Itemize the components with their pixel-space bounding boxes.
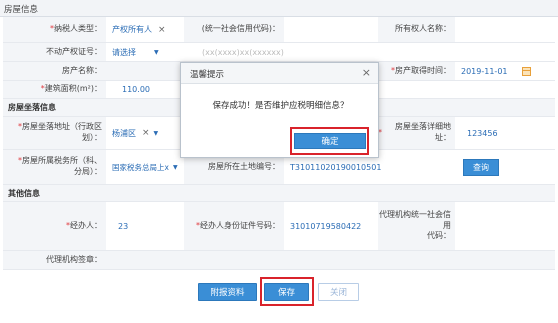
other-section-header: 其他信息 — [3, 185, 555, 202]
tax-office-label-line1: 房屋所属税务所（科、 — [22, 156, 102, 166]
property-cert-label-cell: 不动产权证号： — [3, 43, 106, 61]
agency-credit-field[interactable] — [455, 202, 555, 250]
tax-office-select[interactable]: 国家税务总局上x ▼ — [106, 150, 184, 184]
window-title: 房屋信息 — [4, 5, 39, 15]
close-button[interactable]: 关闭 — [318, 283, 359, 301]
form-row: * 经办人： 23 * 经办人身份证件号码： 31010719580422 代理机构… — [3, 202, 555, 251]
detail-addr-field[interactable]: 123456 — [455, 117, 555, 149]
acquire-time-value: 2019-11-01 — [461, 66, 508, 76]
social-credit-label: (统一社会信用代码)： — [201, 24, 280, 34]
chevron-down-icon: ▼ — [153, 129, 159, 137]
form-row: * 纳税人类型： 产权所有人 × (统一社会信用代码)： 所有权人名称： — [3, 17, 555, 43]
acquire-time-label-cell: * 房产取得时间： — [378, 62, 455, 80]
detail-addr-label-cell: * 房屋坐落详细地址： — [378, 117, 455, 149]
form-row: 代理机构签章： — [3, 251, 555, 270]
agency-credit-label-line2: 代码： — [427, 231, 451, 241]
chevron-down-icon: ▼ — [172, 163, 178, 171]
district-label-line2: 划）： — [82, 133, 102, 142]
house-name-label-cell: 房产名称： — [3, 62, 106, 80]
agent-label: 经办人： — [70, 220, 102, 230]
save-highlight-box — [260, 277, 314, 306]
property-cert-select[interactable]: 请选择 ▼ — [106, 43, 184, 61]
social-credit-field[interactable] — [284, 17, 378, 42]
ok-highlight-box — [290, 127, 369, 155]
agency-sign-field[interactable] — [106, 251, 555, 269]
other-section-title: 其他信息 — [8, 188, 40, 198]
window-titlebar: 房屋信息 — [0, 0, 558, 17]
close-icon[interactable]: × — [362, 66, 371, 79]
query-button[interactable]: 查询 — [463, 158, 499, 176]
land-no-value: T31011020190010501 — [290, 162, 382, 172]
agent-field[interactable]: 23 — [106, 202, 184, 250]
owner-name-label-cell: 所有权人名称： — [378, 17, 455, 42]
clear-icon[interactable]: × — [142, 128, 150, 138]
dialog-title: 温馨提示 — [190, 70, 225, 80]
owner-name-label: 所有权人名称： — [395, 24, 451, 34]
district-value: 杨浦区 — [112, 128, 136, 138]
agency-credit-label-line1: 代理机构统一社会信用 — [379, 209, 451, 230]
acquire-time-field[interactable]: 2019-11-01 — [455, 62, 555, 80]
area-label-cell: * 建筑面积(m²)： — [3, 81, 106, 98]
agent-label-cell: * 经办人： — [3, 202, 106, 250]
taxpayer-type-label: 纳税人类型： — [54, 24, 102, 34]
tax-office-label-line2: 分局）： — [74, 167, 102, 176]
house-name-label: 房产名称： — [62, 65, 102, 75]
agent-id-label-cell: * 经办人身份证件号码： — [184, 202, 284, 250]
district-label-line1: 房屋坐落地址（行政区 — [22, 122, 102, 132]
taxpayer-type-value: 产权所有人 — [112, 25, 152, 34]
property-cert-placeholder: (xx(xxxx)xx(xxxxxx) — [202, 47, 284, 57]
taxpayer-type-label-cell: * 纳税人类型： — [3, 17, 106, 42]
agency-credit-label-cell: 代理机构统一社会信用 代码： — [378, 202, 455, 250]
social-credit-label-cell: (统一社会信用代码)： — [184, 17, 284, 42]
attach-docs-button[interactable]: 附报资料 — [198, 283, 257, 301]
tax-office-value: 国家税务总局上x — [112, 162, 169, 172]
property-cert-value: 请选择 — [112, 47, 136, 57]
land-no-label: 房屋所在土地编号： — [208, 161, 280, 171]
agent-id-label: 经办人身份证件号码： — [200, 220, 280, 230]
area-value: 110.00 — [122, 85, 150, 94]
location-section-title: 房屋坐落信息 — [8, 103, 56, 112]
district-select[interactable]: 杨浦区 × ▼ — [106, 117, 184, 149]
tax-office-label-cell: *房屋所属税务所（科、 分局）： — [3, 150, 106, 184]
chevron-down-icon: ▼ — [154, 48, 159, 56]
agency-sign-label: 代理机构签章： — [46, 254, 102, 264]
district-label-cell: *房屋坐落地址（行政区 划）： — [3, 117, 106, 149]
form-row: 不动产权证号： 请选择 ▼ (xx(xxxx)xx(xxxxxx) — [3, 43, 555, 62]
owner-name-field[interactable] — [455, 17, 555, 42]
agent-value: 23 — [118, 221, 129, 231]
property-cert-input[interactable]: (xx(xxxx)xx(xxxxxx) — [184, 43, 555, 61]
calendar-icon[interactable] — [521, 66, 531, 76]
clear-icon[interactable]: × — [158, 25, 166, 35]
dialog-header: 温馨提示 × — [181, 63, 378, 84]
agent-id-field[interactable]: 31010719580422 — [284, 202, 378, 250]
detail-addr-value: 123456 — [467, 128, 498, 138]
taxpayer-type-select[interactable]: 产权所有人 × — [106, 17, 184, 42]
agent-id-value: 31010719580422 — [290, 221, 362, 231]
area-label: 建筑面积(m²)： — [44, 84, 102, 94]
query-cell: 查询 — [455, 150, 555, 184]
agency-sign-label-cell: 代理机构签章： — [3, 251, 106, 269]
dialog-message: 保存成功！是否维护应税明细信息？ — [212, 101, 349, 111]
property-cert-label: 不动产权证号： — [46, 46, 102, 56]
acquire-time-label: 房产取得时间： — [395, 65, 451, 75]
detail-addr-label: 房屋坐落详细地址： — [395, 122, 451, 142]
